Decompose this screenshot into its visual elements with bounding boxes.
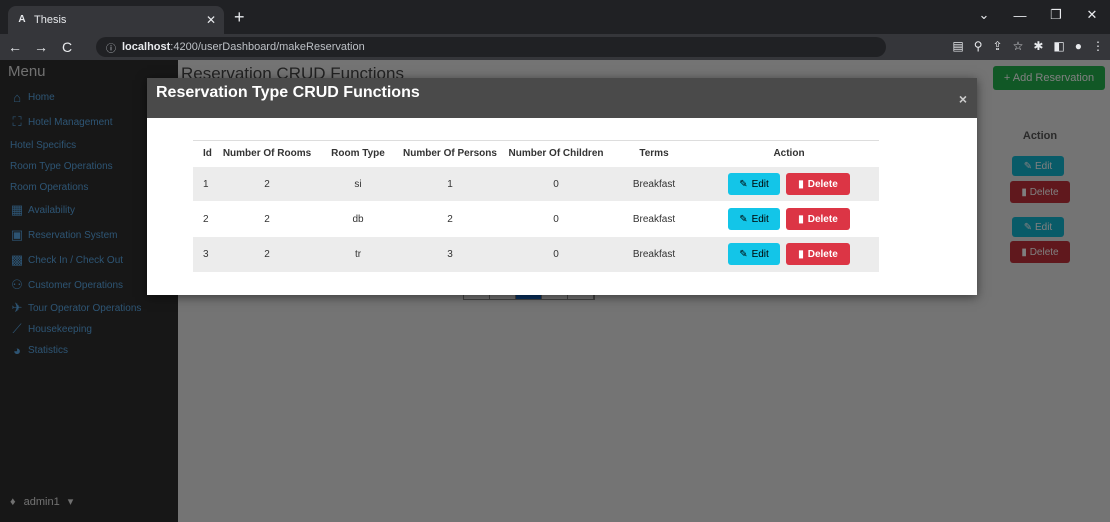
col-rooms: Number Of Rooms: [215, 140, 319, 167]
delete-button[interactable]: ▮ Delete: [786, 243, 850, 266]
cell-persons: 3: [397, 236, 503, 272]
share-icon[interactable]: ⇪: [993, 39, 1003, 53]
table-header-row: Id Number Of Rooms Room Type Number Of P…: [193, 140, 879, 167]
browser-tabbar: A Thesis ✕ + ⌄ — ❐ ✕: [0, 0, 1110, 34]
cell-persons: 1: [397, 166, 503, 202]
col-room-type: Room Type: [319, 140, 397, 167]
url-host: localhost: [122, 41, 171, 53]
restore-icon[interactable]: ❐: [1038, 7, 1074, 23]
tab-close-icon[interactable]: ✕: [206, 13, 216, 27]
translate-icon[interactable]: ▤: [952, 39, 963, 53]
table-row: 2 2 db 2 0 Breakfast ✎ Edit ▮ Delete: [193, 201, 879, 237]
table-row: 3 2 tr 3 0 Breakfast ✎ Edit ▮ Delete: [193, 236, 879, 272]
new-tab-icon[interactable]: +: [234, 7, 245, 28]
forward-icon[interactable]: →: [30, 39, 52, 55]
cell-action: ✎ Edit ▮ Delete: [699, 201, 879, 237]
url-path: :4200/userDashboard/makeReservation: [170, 41, 365, 53]
cell-room-type: tr: [319, 236, 397, 272]
col-persons: Number Of Persons: [397, 140, 503, 167]
back-icon[interactable]: ←: [4, 39, 26, 55]
cell-terms: Breakfast: [609, 166, 699, 202]
address-bar: ← → C ⓘ localhost :4200/userDashboard/ma…: [0, 34, 1110, 60]
sidepanel-icon[interactable]: ◧: [1053, 39, 1064, 53]
pencil-icon: ✎: [739, 213, 748, 225]
trash-icon: ▮: [798, 248, 804, 260]
delete-label: Delete: [807, 213, 838, 225]
browser-tab[interactable]: A Thesis ✕: [8, 6, 224, 34]
edit-button[interactable]: ✎ Edit: [728, 173, 780, 195]
extension-icons: ▤ ⚲ ⇪ ☆ ✱ ◧ ● ⋮: [952, 39, 1104, 53]
cell-terms: Breakfast: [609, 236, 699, 272]
window-controls: ⌄ — ❐ ✕: [966, 0, 1110, 30]
delete-button[interactable]: ▮ Delete: [786, 173, 850, 195]
bookmark-star-icon[interactable]: ☆: [1013, 39, 1024, 53]
reload-icon[interactable]: C: [56, 39, 78, 55]
cell-rooms: 2: [215, 166, 319, 202]
cell-id: 3: [193, 236, 215, 272]
cell-rooms: 2: [215, 201, 319, 237]
browser-menu-icon[interactable]: ⋮: [1092, 39, 1104, 53]
table-row: 1 2 si 1 0 Breakfast ✎ Edit ▮ Delete: [193, 166, 879, 202]
tab-search-icon[interactable]: ⌄: [966, 7, 1002, 23]
url-input[interactable]: ⓘ localhost :4200/userDashboard/makeRese…: [96, 37, 886, 57]
extensions-puzzle-icon[interactable]: ✱: [1033, 39, 1043, 53]
cell-id: 2: [193, 201, 215, 237]
zoom-icon[interactable]: ⚲: [974, 39, 983, 53]
modal-title: Reservation Type CRUD Functions: [156, 84, 420, 101]
delete-button[interactable]: ▮ Delete: [786, 208, 850, 230]
edit-button[interactable]: ✎ Edit: [728, 208, 780, 230]
cell-action: ✎ Edit ▮ Delete: [699, 236, 879, 272]
edit-button[interactable]: ✎ Edit: [728, 243, 780, 266]
pencil-icon: ✎: [739, 248, 748, 260]
edit-label: Edit: [751, 178, 769, 190]
cell-id: 1: [193, 166, 215, 202]
col-id: Id: [193, 140, 215, 167]
edit-label: Edit: [751, 248, 769, 260]
edit-label: Edit: [751, 213, 769, 225]
tab-favicon-icon: A: [18, 14, 26, 25]
cell-room-type: db: [319, 201, 397, 237]
cell-persons: 2: [397, 201, 503, 237]
delete-label: Delete: [807, 248, 838, 260]
cell-action: ✎ Edit ▮ Delete: [699, 166, 879, 202]
close-window-icon[interactable]: ✕: [1074, 7, 1110, 23]
minimize-icon[interactable]: —: [1002, 8, 1038, 23]
cell-children: 0: [503, 201, 609, 237]
cell-rooms: 2: [215, 236, 319, 272]
col-action: Action: [699, 140, 879, 167]
pencil-icon: ✎: [739, 178, 748, 190]
cell-children: 0: [503, 236, 609, 272]
modal-header: Reservation Type CRUD Functions ×: [147, 78, 977, 118]
close-icon[interactable]: ×: [959, 91, 967, 107]
reservation-type-modal: Reservation Type CRUD Functions × Id Num…: [147, 78, 977, 295]
trash-icon: ▮: [798, 213, 804, 225]
col-terms: Terms: [609, 140, 699, 167]
profile-icon[interactable]: ●: [1075, 39, 1082, 53]
tab-title: Thesis: [34, 14, 67, 26]
trash-icon: ▮: [798, 178, 804, 190]
delete-label: Delete: [807, 178, 838, 190]
cell-room-type: si: [319, 166, 397, 202]
cell-children: 0: [503, 166, 609, 202]
reservation-type-table: Id Number Of Rooms Room Type Number Of P…: [193, 140, 879, 272]
col-children: Number Of Children: [503, 140, 609, 167]
site-info-icon[interactable]: ⓘ: [106, 40, 116, 55]
cell-terms: Breakfast: [609, 201, 699, 237]
